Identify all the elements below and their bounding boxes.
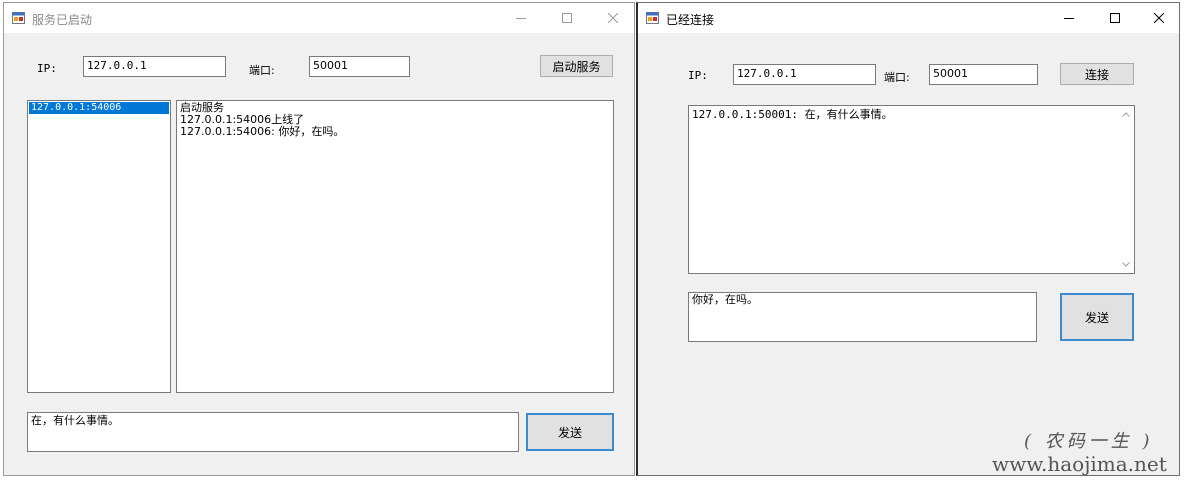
scroll-down-icon[interactable] [1122, 262, 1130, 267]
client-maximize-button[interactable] [1092, 3, 1138, 33]
client-log-line: 127.0.0.1:50001: 在，有什么事情。 [692, 108, 893, 121]
client-window-title: 已经连接 [666, 13, 715, 27]
server-title-bar[interactable]: 服务已启动 [4, 3, 634, 33]
minimize-icon [516, 18, 526, 19]
server-window: 服务已启动 IP: 127.0.0.1 端口: 50001 启动服务 127.0… [3, 2, 635, 476]
close-icon [608, 13, 618, 23]
maximize-icon [1110, 13, 1120, 23]
client-port-input[interactable]: 50001 [929, 64, 1038, 85]
client-log-textbox[interactable]: 127.0.0.1:50001: 在，有什么事情。 [688, 105, 1135, 274]
server-window-title: 服务已启动 [32, 13, 93, 27]
app-form-icon [646, 12, 659, 24]
client-send-button[interactable]: 发送 [1060, 293, 1134, 341]
connect-button[interactable]: 连接 [1060, 63, 1134, 85]
app-form-icon [12, 12, 25, 24]
watermark-url: www.haojima.net [992, 452, 1167, 476]
client-list[interactable]: 127.0.0.1:54006 [27, 100, 171, 393]
close-icon [1154, 13, 1164, 23]
client-ip-label: IP: [688, 69, 708, 82]
server-minimize-button[interactable] [498, 3, 544, 33]
server-message-text: 在，有什么事情。 [31, 414, 119, 427]
client-log-scrollbar[interactable] [1118, 106, 1134, 273]
maximize-icon [562, 13, 572, 23]
server-port-input[interactable]: 50001 [309, 56, 410, 77]
scroll-up-icon[interactable] [1122, 112, 1130, 117]
client-list-item[interactable]: 127.0.0.1:54006 [29, 102, 169, 114]
start-service-button[interactable]: 启动服务 [540, 55, 613, 77]
server-ip-label: IP: [37, 62, 57, 75]
client-message-text: 你好，在吗。 [692, 293, 758, 306]
server-send-button[interactable]: 发送 [526, 413, 614, 451]
watermark-brand: ( 农码一生 ) [1024, 431, 1154, 452]
server-message-input[interactable]: 在，有什么事情。 [27, 412, 519, 452]
client-minimize-button[interactable] [1046, 3, 1092, 33]
client-close-button[interactable] [1136, 3, 1182, 33]
server-log-line: 127.0.0.1:54006: 你好，在吗。 [180, 125, 345, 138]
client-message-input[interactable]: 你好，在吗。 [688, 292, 1037, 342]
server-ip-input[interactable]: 127.0.0.1 [83, 56, 226, 77]
client-ip-input[interactable]: 127.0.0.1 [733, 64, 876, 85]
server-maximize-button[interactable] [544, 3, 590, 33]
server-close-button[interactable] [590, 3, 636, 33]
minimize-icon [1064, 18, 1074, 19]
client-window: 已经连接 IP: 127.0.0.1 端口: 50001 连接 127.0.0.… [636, 2, 1180, 476]
server-port-label: 端口: [249, 64, 275, 77]
server-log-textbox[interactable]: 启动服务 127.0.0.1:54006上线了 127.0.0.1:54006:… [176, 100, 614, 393]
client-title-bar[interactable]: 已经连接 [638, 3, 1179, 33]
client-port-label: 端口: [884, 71, 910, 84]
